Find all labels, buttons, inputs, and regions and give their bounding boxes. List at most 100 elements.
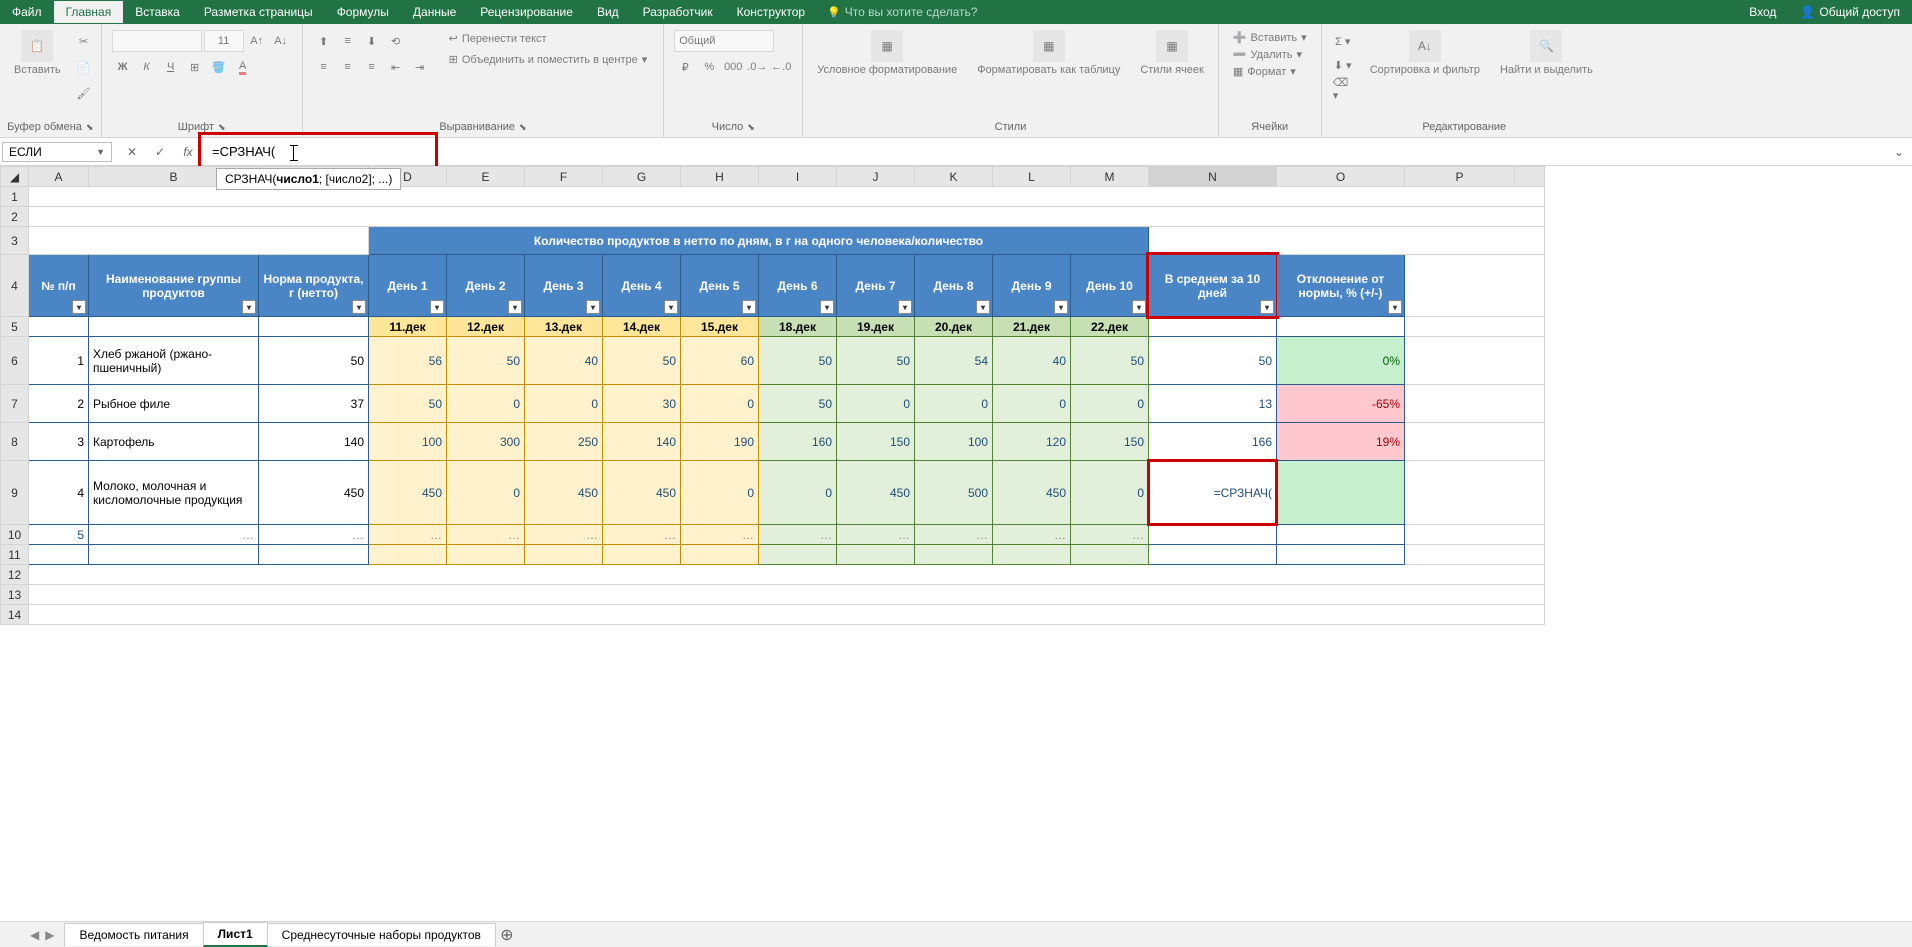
cell[interactable]: 60 — [681, 337, 759, 385]
cell[interactable]: … — [603, 525, 681, 545]
header-cell[interactable]: Наименование группы продуктов▾ — [89, 255, 259, 317]
cell[interactable] — [1405, 317, 1545, 337]
cell[interactable] — [1405, 423, 1545, 461]
cell[interactable]: 150 — [837, 423, 915, 461]
cell[interactable] — [259, 545, 369, 565]
header-cell[interactable]: День 2▾ — [447, 255, 525, 317]
font-size-input[interactable] — [204, 30, 244, 52]
formula-input[interactable] — [206, 142, 1886, 161]
cell[interactable] — [1405, 337, 1545, 385]
fill-color-button[interactable]: 🪣 — [208, 56, 230, 78]
row-header[interactable]: 1 — [1, 187, 29, 207]
cell[interactable] — [525, 545, 603, 565]
cell[interactable]: … — [369, 525, 447, 545]
tab-insert[interactable]: Вставка — [123, 1, 192, 23]
insert-function-button[interactable]: fx — [178, 145, 198, 159]
cell[interactable] — [447, 545, 525, 565]
cell[interactable]: 13.дек — [525, 317, 603, 337]
cell[interactable]: 250 — [525, 423, 603, 461]
cell[interactable]: 40 — [993, 337, 1071, 385]
filter-button[interactable]: ▾ — [430, 300, 444, 314]
cell[interactable]: 166 — [1149, 423, 1277, 461]
col-header[interactable]: F — [525, 167, 603, 187]
header-cell[interactable]: Норма продукта, г (нетто)▾ — [259, 255, 369, 317]
delete-cells-button[interactable]: ➖Удалить▾ — [1229, 47, 1311, 62]
decrease-font-button[interactable]: A↓ — [270, 30, 292, 52]
align-left-button[interactable]: ≡ — [313, 56, 335, 78]
cell[interactable]: 50 — [603, 337, 681, 385]
cell[interactable] — [1149, 525, 1277, 545]
cell[interactable]: … — [447, 525, 525, 545]
cell[interactable]: 190 — [681, 423, 759, 461]
col-header[interactable]: K — [915, 167, 993, 187]
sheet-nav-prev[interactable]: ◀ — [30, 928, 39, 942]
cell[interactable] — [89, 545, 259, 565]
row-header[interactable]: 4 — [1, 255, 29, 317]
wrap-text-button[interactable]: ↩Перенести текст — [443, 30, 654, 47]
bold-button[interactable]: Ж — [112, 56, 134, 78]
header-cell-avg[interactable]: В среднем за 10 дней▾ — [1149, 255, 1277, 317]
cell[interactable]: 15.дек — [681, 317, 759, 337]
tell-me-search[interactable]: 💡 Что вы хотите сделать? — [827, 5, 977, 19]
row-header[interactable]: 13 — [1, 585, 29, 605]
cell[interactable]: 2 — [29, 385, 89, 423]
comma-button[interactable]: 000 — [722, 56, 744, 78]
percent-button[interactable]: % — [698, 56, 720, 78]
cell[interactable]: 19% — [1277, 423, 1405, 461]
cell[interactable]: 300 — [447, 423, 525, 461]
filter-button[interactable]: ▾ — [976, 300, 990, 314]
cell[interactable]: 450 — [603, 461, 681, 525]
filter-button[interactable]: ▾ — [72, 300, 86, 314]
cell[interactable] — [29, 317, 89, 337]
filter-button[interactable]: ▾ — [352, 300, 366, 314]
cell[interactable]: 37 — [259, 385, 369, 423]
cell-styles-button[interactable]: ▦ Стили ячеек — [1132, 26, 1211, 80]
cell[interactable]: 50 — [759, 337, 837, 385]
enter-formula-button[interactable]: ✓ — [150, 145, 170, 159]
cell[interactable] — [259, 317, 369, 337]
align-bottom-button[interactable]: ⬇ — [361, 30, 383, 52]
cell[interactable]: 19.дек — [837, 317, 915, 337]
tab-view[interactable]: Вид — [585, 1, 631, 23]
cell[interactable]: 0 — [447, 385, 525, 423]
align-middle-button[interactable]: ≡ — [337, 30, 359, 52]
cell[interactable]: 1 — [29, 337, 89, 385]
clipboard-launcher[interactable]: ⬊ — [86, 122, 94, 133]
cell[interactable]: 14.дек — [603, 317, 681, 337]
align-center-button[interactable]: ≡ — [337, 56, 359, 78]
col-header[interactable]: M — [1071, 167, 1149, 187]
borders-button[interactable]: ⊞ — [184, 56, 206, 78]
merge-center-button[interactable]: ⊞Объединить и поместить в центре▾ — [443, 51, 654, 68]
row-header[interactable]: 2 — [1, 207, 29, 227]
cell[interactable]: 5 — [29, 525, 89, 545]
cell[interactable] — [1277, 317, 1405, 337]
cell[interactable]: 56 — [369, 337, 447, 385]
cell[interactable]: 140 — [603, 423, 681, 461]
number-launcher[interactable]: ⬊ — [747, 122, 755, 133]
cancel-formula-button[interactable]: ✕ — [122, 145, 142, 159]
col-header[interactable]: P — [1405, 167, 1515, 187]
italic-button[interactable]: К — [136, 56, 158, 78]
cell[interactable] — [29, 227, 369, 255]
cell[interactable] — [29, 565, 1545, 585]
cell[interactable]: Молоко, молочная и кисломолочные продукц… — [89, 461, 259, 525]
cut-button[interactable]: ✂ — [73, 30, 95, 52]
row-header[interactable]: 11 — [1, 545, 29, 565]
filter-button[interactable]: ▾ — [586, 300, 600, 314]
sheet-tab-active[interactable]: Лист1 — [203, 922, 268, 947]
row-header[interactable]: 10 — [1, 525, 29, 545]
copy-button[interactable]: 📄 — [73, 56, 95, 78]
font-color-button[interactable]: A — [232, 56, 254, 78]
cell[interactable] — [1149, 227, 1545, 255]
cell[interactable]: 54 — [915, 337, 993, 385]
increase-decimal-button[interactable]: .0→ — [746, 56, 768, 78]
cell[interactable] — [1149, 545, 1277, 565]
cell[interactable]: 0 — [993, 385, 1071, 423]
col-header[interactable] — [1515, 167, 1545, 187]
cell[interactable]: … — [525, 525, 603, 545]
number-format-select[interactable] — [674, 30, 774, 52]
cell[interactable]: 4 — [29, 461, 89, 525]
add-sheet-button[interactable]: ⊕ — [495, 925, 519, 945]
header-cell[interactable]: Отклонение от нормы, % (+/-)▾ — [1277, 255, 1405, 317]
fill-button[interactable]: ⬇ ▾ — [1332, 54, 1354, 76]
